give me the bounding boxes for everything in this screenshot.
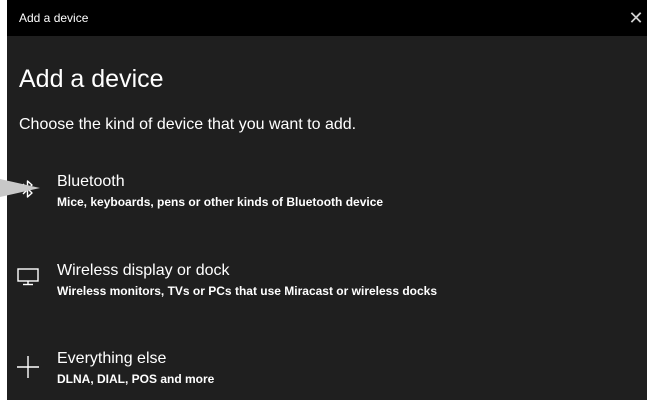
device-option-description: DLNA, DIAL, POS and more (57, 372, 215, 386)
device-option-name: Bluetooth (57, 173, 125, 190)
monitor-icon (13, 262, 43, 292)
add-device-window: Add a device ✕ Add a device Choose the k… (7, 0, 647, 400)
device-option-wireless-display[interactable]: Wireless display or dock Wireless monito… (7, 261, 647, 323)
device-option-description: Mice, keyboards, pens or other kinds of … (57, 195, 384, 209)
pointer-arrow-icon (0, 179, 40, 197)
device-option-everything-else[interactable]: Everything else DLNA, DIAL, POS and more (7, 349, 647, 400)
device-option-description: Wireless monitors, TVs or PCs that use M… (57, 284, 438, 298)
page-title: Add a device (19, 65, 164, 93)
plus-icon (13, 352, 43, 382)
device-option-name: Wireless display or dock (57, 262, 230, 279)
close-icon[interactable]: ✕ (625, 3, 647, 33)
title-bar: Add a device ✕ (7, 0, 647, 36)
device-option-bluetooth[interactable]: Bluetooth Mice, keyboards, pens or other… (7, 172, 647, 234)
page-subtitle: Choose the kind of device that you want … (19, 116, 357, 133)
device-option-name: Everything else (57, 350, 167, 367)
window-title: Add a device (19, 11, 89, 25)
